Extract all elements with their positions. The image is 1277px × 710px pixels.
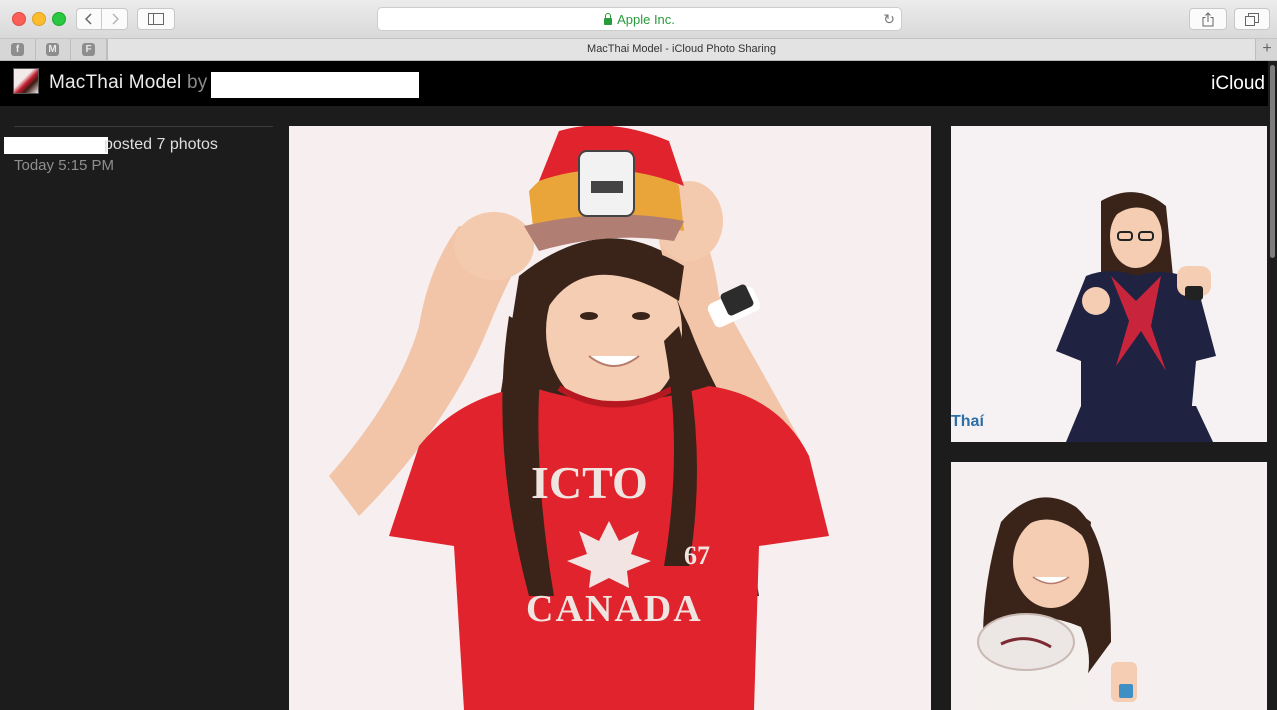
favorite-facebook[interactable]: f	[0, 39, 36, 60]
favorite-medium[interactable]: M	[35, 39, 71, 60]
by-label: by	[186, 72, 208, 93]
page-scrollbar[interactable]	[1268, 61, 1277, 710]
tabs-overview-icon	[1245, 12, 1259, 26]
share-icon	[1202, 11, 1214, 26]
close-window-button[interactable]	[12, 12, 26, 26]
post-summary: posted 7 photos	[104, 136, 218, 153]
address-text: Apple Inc.	[617, 11, 675, 27]
photo-side-top-image: Thaí	[951, 126, 1267, 442]
facebook-icon: f	[11, 43, 24, 56]
post-timestamp: Today 5:15 PM	[14, 157, 115, 174]
chevron-right-icon	[111, 13, 119, 25]
share-button[interactable]	[1189, 8, 1227, 30]
watermark-text: Thaí	[951, 413, 984, 430]
sidebar-icon	[148, 13, 164, 25]
zoom-window-button[interactable]	[52, 12, 66, 26]
photo-main-image: ICTO 67 CANADA	[289, 126, 931, 710]
photo-side-bottom-image	[951, 462, 1267, 710]
browser-toolbar: Apple Inc. ↻	[0, 0, 1277, 39]
photo-main[interactable]: ICTO 67 CANADA	[289, 126, 931, 710]
back-button[interactable]	[76, 8, 102, 30]
photo-side-top[interactable]: Thaí	[951, 126, 1267, 442]
icloud-logo[interactable]: iCloud	[1211, 73, 1265, 95]
show-sidebar-button[interactable]	[137, 8, 175, 30]
chevron-left-icon	[85, 13, 92, 25]
shirt-text-top: ICTO	[531, 457, 648, 508]
sidebar-divider	[14, 126, 273, 127]
forward-button[interactable]	[101, 8, 128, 30]
photo-side-bottom[interactable]	[951, 462, 1267, 710]
album-avatar[interactable]	[13, 68, 39, 94]
new-tab-button[interactable]: +	[1257, 39, 1277, 60]
scrollbar-thumb[interactable]	[1270, 65, 1275, 258]
tab-bar: f M F MacThai Model - iCloud Photo Shari…	[0, 39, 1277, 61]
shirt-text-canada: CANADA	[526, 588, 703, 630]
lock-icon	[604, 12, 613, 25]
album-title: MacThai Model by	[49, 72, 207, 94]
tab-icloud-photo-sharing[interactable]: MacThai Model - iCloud Photo Sharing	[107, 39, 1256, 60]
album-name: MacThai Model	[49, 72, 182, 93]
reload-icon[interactable]: ↻	[883, 11, 895, 28]
redacted-poster-name	[4, 137, 108, 154]
medium-icon: M	[46, 43, 59, 56]
minimize-window-button[interactable]	[32, 12, 46, 26]
flipboard-icon: F	[82, 43, 95, 56]
favorite-flipboard[interactable]: F	[71, 39, 107, 60]
redacted-owner-name	[211, 72, 419, 98]
address-bar[interactable]: Apple Inc. ↻	[377, 7, 902, 31]
show-all-tabs-button[interactable]	[1234, 8, 1270, 30]
shirt-digits: 67	[684, 541, 710, 570]
